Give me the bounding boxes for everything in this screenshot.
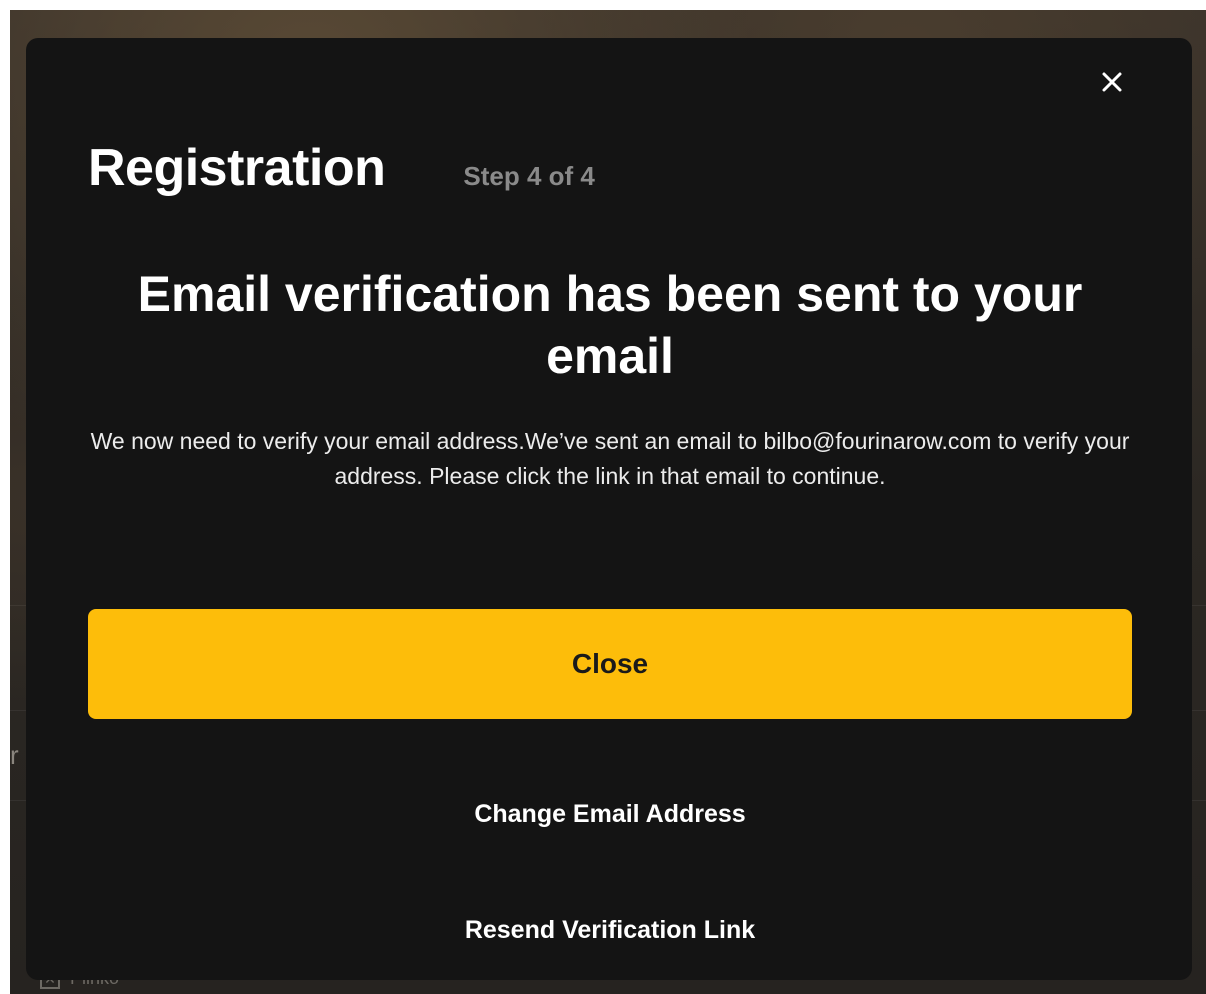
background-text-fragment: r (10, 740, 19, 770)
step-indicator: Step 4 of 4 (463, 161, 595, 191)
verification-message: We now need to verify your email address… (90, 428, 1130, 489)
verification-headline: Email verification has been sent to your… (137, 266, 1083, 384)
modal-header: Registration Step 4 of 4 (88, 138, 595, 198)
modal-title: Registration (88, 139, 386, 197)
change-email-button[interactable]: Change Email Address (88, 800, 1132, 829)
close-icon[interactable] (1094, 64, 1130, 100)
close-button[interactable]: Close (88, 609, 1132, 719)
registration-modal: Registration Step 4 of 4 Email verificat… (26, 38, 1192, 980)
resend-verification-button[interactable]: Resend Verification Link (88, 916, 1132, 945)
close-icon-svg (1102, 72, 1122, 92)
